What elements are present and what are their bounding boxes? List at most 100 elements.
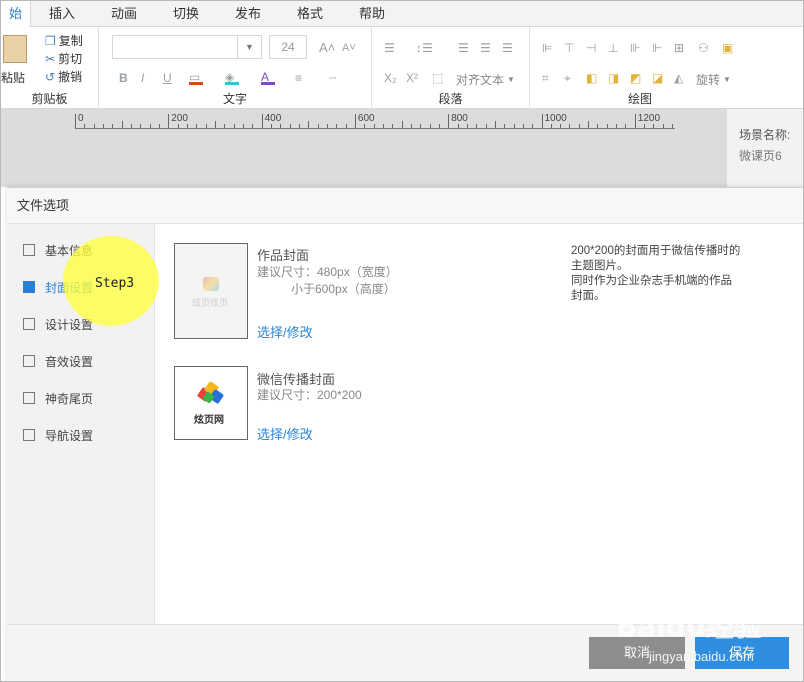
cut-button[interactable]: ✂ 剪切	[45, 50, 82, 67]
ruler-tick	[214, 121, 216, 128]
ruler-tick	[149, 124, 151, 128]
wechat-select-link[interactable]: 选择/修改	[257, 424, 313, 443]
ruler-tick	[280, 124, 282, 128]
distribute-h-icon[interactable]: ⊪	[630, 41, 640, 55]
ruler-tick	[429, 124, 431, 128]
tab-transition[interactable]: 切换	[155, 1, 217, 27]
ruler-tick	[75, 114, 76, 128]
flip-icon[interactable]: ◭	[674, 71, 683, 85]
ruler-tick	[653, 124, 655, 128]
ruler-tick	[494, 121, 496, 128]
underline-icon[interactable]: U	[163, 71, 172, 85]
ruler-tick	[252, 124, 254, 128]
ruler-label: 800	[451, 113, 468, 124]
wechat-cover-thumbnail[interactable]: 炫页网	[174, 366, 248, 440]
crop-icon[interactable]: ⌗	[542, 71, 549, 85]
ruler-tick	[177, 124, 179, 128]
tab-format[interactable]: 格式	[279, 1, 341, 27]
cut-icon: ✂	[45, 51, 56, 66]
ruler-tick	[662, 124, 664, 128]
cover-select-link[interactable]: 选择/修改	[257, 322, 313, 341]
step-label: Step3	[95, 276, 135, 291]
grid-icon	[23, 392, 35, 404]
align-left-icon[interactable]: ☰	[458, 41, 469, 55]
vertical-align-icon[interactable]: ⬚	[432, 71, 443, 85]
grow-font-icon[interactable]: A˄	[319, 41, 335, 55]
bold-icon[interactable]: B	[119, 71, 128, 85]
dialog-title: 文件选项	[7, 188, 803, 224]
layer-up-icon[interactable]: ◧	[586, 71, 597, 85]
align-text-button[interactable]: 对齐文本 ▼	[456, 71, 515, 88]
lock-icon[interactable]: ⚇	[698, 41, 709, 55]
ruler-tick	[121, 121, 123, 128]
drawing-group-label: 绘图	[627, 92, 652, 106]
paste-button[interactable]: 粘贴	[1, 33, 31, 89]
font-color-icon[interactable]: A	[261, 70, 275, 85]
ruler-tick	[569, 124, 571, 128]
superscript-icon[interactable]: X²	[406, 71, 418, 85]
ruler-tick	[140, 124, 142, 128]
shrink-font-icon[interactable]: A˅	[342, 41, 356, 55]
ruler-tick	[532, 124, 534, 128]
ruler-tick	[457, 124, 459, 128]
ruler-tick	[196, 124, 198, 128]
paragraph-group: ☰ ↕☰ ☰ ☰ ☰ X₂ X² ⬚ 对齐文本 ▼ 段落	[372, 27, 530, 109]
tab-animation[interactable]: 动画	[93, 1, 155, 27]
align-middle-icon[interactable]: ⊣	[586, 41, 596, 55]
nav-navigation-settings[interactable]: 导航设置	[23, 426, 93, 444]
app-window: 始 插入 动画 切换 发布 格式 帮助 粘贴 ❐ 复制 ✂ 剪切 ↺ 撤销 剪贴板 ▼…	[0, 0, 804, 682]
ruler-tick	[522, 124, 524, 128]
align-right-icon[interactable]: ☰	[502, 41, 513, 55]
align-bottom-icon[interactable]: ⊥	[608, 41, 618, 55]
cover-description: 200*200的封面用于微信传播时的主题图片。 同时作为企业杂志手机端的作品封面…	[571, 244, 741, 304]
baidu-watermark: Baidu经验	[616, 610, 762, 643]
ruler-tick	[410, 124, 412, 128]
ruler-tick	[242, 124, 244, 128]
transform-icon[interactable]: ⌖	[564, 71, 571, 85]
group-icon[interactable]: ⊞	[674, 41, 684, 55]
bullet-list-icon[interactable]: ☰	[384, 41, 395, 55]
bring-front-icon[interactable]: ▣	[722, 41, 733, 55]
tab-insert[interactable]: 插入	[31, 1, 93, 27]
ruler-tick	[102, 124, 104, 128]
ruler-tick	[541, 114, 543, 128]
font-family-select[interactable]: ▼	[112, 35, 262, 59]
align-center-icon[interactable]: ☰	[480, 41, 491, 55]
undo-button[interactable]: ↺ 撤销	[45, 68, 82, 85]
rotate-button[interactable]: 旋转 ▼	[696, 71, 731, 88]
copy-button[interactable]: ❐ 复制	[45, 32, 83, 49]
nav-sound-settings[interactable]: 音效设置	[23, 352, 93, 370]
line-style-icon[interactable]: ≡	[295, 71, 302, 85]
document-icon	[23, 244, 35, 256]
layer-bottom-icon[interactable]: ◪	[652, 71, 663, 85]
ruler-tick	[420, 124, 422, 128]
align-top-icon[interactable]: ⊤	[564, 41, 574, 55]
fill-color-icon[interactable]: ◈	[225, 70, 239, 85]
italic-icon[interactable]: I	[141, 71, 144, 85]
cover-thumbnail[interactable]: 炫页炫页	[174, 243, 248, 339]
layer-top-icon[interactable]: ◩	[630, 71, 641, 85]
pen-icon	[23, 318, 35, 330]
ruler-label: 400	[264, 113, 282, 124]
subscript-icon[interactable]: X₂	[384, 71, 397, 85]
ruler-tick	[513, 124, 515, 128]
tab-help[interactable]: 帮助	[341, 1, 403, 27]
ruler-tick	[550, 124, 552, 128]
tab-home[interactable]: 始	[1, 1, 31, 27]
tab-publish[interactable]: 发布	[217, 1, 279, 27]
scene-name-value[interactable]: 微课页6	[739, 147, 782, 164]
clipboard-group-label: 剪贴板	[31, 92, 68, 106]
layer-down-icon[interactable]: ◨	[608, 71, 619, 85]
music-icon	[23, 355, 35, 367]
distribute-v-icon[interactable]: ⊩	[652, 41, 662, 55]
line-spacing-icon[interactable]: ↕☰	[416, 41, 433, 55]
font-size-select[interactable]: 24	[269, 35, 307, 59]
cover-hint-height: 小于600px（高度）	[291, 282, 396, 296]
line-dash-icon[interactable]: ┄	[329, 71, 336, 85]
ruler-tick	[289, 124, 291, 128]
align-objects-icon[interactable]: ⊫	[542, 41, 552, 55]
nav-end-page[interactable]: 神奇尾页	[23, 389, 93, 407]
border-color-icon[interactable]: ▭	[189, 70, 203, 85]
ruler-tick	[317, 124, 319, 128]
ruler-tick	[336, 124, 338, 128]
